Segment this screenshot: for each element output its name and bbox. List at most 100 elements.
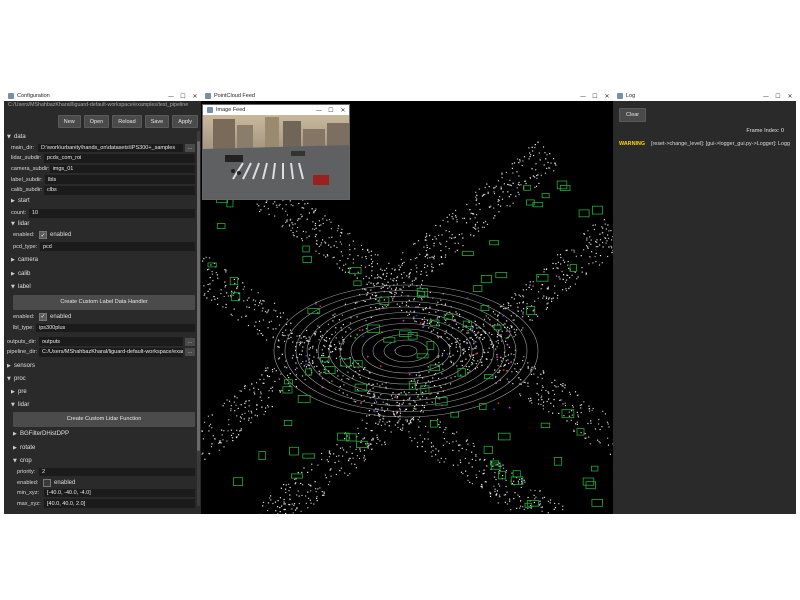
field-label: count: xyxy=(11,210,27,217)
calib-subdir-input[interactable]: clbs xyxy=(44,185,195,195)
scrollbar-thumb[interactable] xyxy=(197,141,200,451)
chevron-right-icon: ▶ xyxy=(11,270,15,277)
section-label: rotate xyxy=(20,444,36,451)
section-calib[interactable]: ▶ calib xyxy=(7,269,195,280)
save-button[interactable]: Save xyxy=(144,115,170,128)
browse-button[interactable]: ... xyxy=(185,337,195,346)
pipeline-path: C:/Users/MShahbazKharal/liguard-default-… xyxy=(8,102,189,108)
create-label-handler-button[interactable]: Create Custom Label Data Handler xyxy=(13,294,195,310)
minimize-icon[interactable]: — xyxy=(760,93,772,100)
section-label: calib xyxy=(18,270,31,277)
section-proc-lidar[interactable]: ▼ lidar xyxy=(7,399,195,410)
count-input[interactable]: 10 xyxy=(29,209,195,218)
min-xyz-input[interactable]: [-40.0, -40.0, -4.0] xyxy=(44,488,195,498)
section-lidar[interactable]: ▼ lidar xyxy=(7,219,195,230)
section-label: start xyxy=(18,197,30,204)
desktop: Configuration — ☐ ✕ C:/Users/MShahbazKha… xyxy=(0,0,800,600)
section-proc[interactable]: ▼ proc xyxy=(7,374,195,385)
section-data[interactable]: ▼ data xyxy=(7,132,195,143)
log-level: WARNING xyxy=(619,141,646,147)
clear-button[interactable]: Clear xyxy=(619,108,647,122)
section-label: BGFilterDHistDPP xyxy=(20,431,70,438)
configuration-titlebar[interactable]: Configuration — ☐ ✕ xyxy=(4,91,201,101)
pcd-type-input[interactable]: pcd xyxy=(40,242,195,251)
chevron-down-icon: ▼ xyxy=(7,134,11,141)
camera-image xyxy=(203,115,349,199)
chevron-right-icon: ▶ xyxy=(13,444,17,451)
field-label: enabled: xyxy=(17,479,39,486)
apply-button[interactable]: Apply xyxy=(172,115,198,128)
section-label: proc xyxy=(14,376,26,383)
lidar-enabled-checkbox[interactable]: ✓ xyxy=(39,231,47,240)
frame-index: Frame Index: 0 xyxy=(746,128,784,134)
maximize-icon[interactable]: ☐ xyxy=(177,93,189,100)
window-title: Configuration xyxy=(17,93,50,99)
crop-enabled-row: enabled: enabled xyxy=(7,477,195,488)
pointcloud-titlebar[interactable]: PointCloud Feed — ☐ ✕ xyxy=(201,91,613,101)
maximize-icon[interactable]: ☐ xyxy=(589,93,601,100)
create-lidar-function-button[interactable]: Create Custom Lidar Function xyxy=(13,411,195,427)
lidar-subdir-row: lidar_subdir: pcds_com_roi xyxy=(7,153,195,164)
camera-subdir-input[interactable]: imgs_01 xyxy=(49,164,195,174)
crop-enabled-checkbox[interactable] xyxy=(43,478,51,487)
pipeline-dir-input[interactable]: C:/Users/MShahbazKharal/liguard-default-… xyxy=(39,347,183,357)
label-subdir-input[interactable]: lbls xyxy=(45,175,195,184)
chevron-down-icon: ▼ xyxy=(11,401,15,408)
priority-input[interactable]: 2 xyxy=(39,467,195,477)
field-label: calib_subdir: xyxy=(11,187,43,194)
lidar-subdir-input[interactable]: pcds_com_roi xyxy=(44,154,195,163)
field-label: outputs_dir: xyxy=(7,338,37,345)
config-tree: ▼ data main_dir: D:\work\urbanity\hands_o… xyxy=(7,132,195,514)
close-icon[interactable]: ✕ xyxy=(337,107,349,114)
field-label: pcd_type: xyxy=(13,243,38,250)
minimize-icon[interactable]: — xyxy=(313,107,325,114)
close-icon[interactable]: ✕ xyxy=(601,93,613,100)
section-camera[interactable]: ▶ camera xyxy=(7,255,195,266)
label-enabled-row: enabled: ✓ enabled xyxy=(7,311,195,323)
close-icon[interactable]: ✕ xyxy=(189,93,201,100)
section-label[interactable]: ▼ label xyxy=(7,282,195,293)
field-label: priority: xyxy=(17,468,36,475)
lidar-enabled-row: enabled: ✓ enabled xyxy=(7,229,195,241)
section-label: label xyxy=(18,284,31,291)
outputs-dir-row: outputs_dir: outputs ... xyxy=(7,336,195,347)
chevron-right-icon: ▶ xyxy=(11,388,15,395)
main-dir-input[interactable]: D:\work\urbanity\hands_on\datasets\IPS30… xyxy=(38,143,183,153)
section-start[interactable]: ▶ start xyxy=(7,196,195,207)
section-rotate[interactable]: ▶ rotate xyxy=(7,442,195,453)
pipeline-dir-row: pipeline_dir: C:/Users/MShahbazKharal/li… xyxy=(7,347,195,358)
field-label: lidar_subdir: xyxy=(11,155,42,162)
minimize-icon[interactable]: — xyxy=(165,93,177,100)
count-row: count: 10 xyxy=(7,208,195,219)
browse-button[interactable]: ... xyxy=(185,348,195,357)
image-feed-window: Image Feed — ☐ ✕ xyxy=(202,104,350,200)
section-label: camera xyxy=(18,257,39,264)
field-label: enabled: xyxy=(13,313,35,320)
new-button[interactable]: New xyxy=(57,115,81,128)
maximize-icon[interactable]: ☐ xyxy=(325,107,337,114)
log-titlebar[interactable]: Log — ☐ ✕ xyxy=(613,91,796,101)
app-icon xyxy=(617,93,623,99)
lbl-type-input[interactable]: ips300plus xyxy=(36,323,195,333)
camera-subdir-row: camera_subdir: imgs_01 xyxy=(7,164,195,175)
config-scrollbar[interactable] xyxy=(197,131,200,506)
open-button[interactable]: Open xyxy=(83,115,110,128)
section-bgfilter[interactable]: ▶ BGFilterDHistDPP xyxy=(7,429,195,440)
configuration-window: Configuration — ☐ ✕ C:/Users/MShahbazKha… xyxy=(4,91,201,514)
section-pre[interactable]: ▶ pre xyxy=(7,387,195,398)
reload-button[interactable]: Reload xyxy=(112,115,142,128)
minimize-icon[interactable]: — xyxy=(577,93,589,100)
image-feed-titlebar[interactable]: Image Feed — ☐ ✕ xyxy=(203,105,349,115)
app-icon xyxy=(8,93,14,99)
section-crop[interactable]: ▼ crop xyxy=(7,456,195,467)
outputs-dir-input[interactable]: outputs xyxy=(39,337,183,346)
label-enabled-checkbox[interactable]: ✓ xyxy=(39,312,47,321)
max-xyz-input[interactable]: [40.0, 40.0, 2.0] xyxy=(44,499,195,509)
section-sensors[interactable]: ▶ sensors xyxy=(7,361,195,372)
maximize-icon[interactable]: ☐ xyxy=(772,93,784,100)
window-title: Image Feed xyxy=(216,107,246,113)
field-label: camera_subdir: xyxy=(11,166,50,173)
browse-button[interactable]: ... xyxy=(185,143,195,152)
close-icon[interactable]: ✕ xyxy=(784,93,796,100)
section-label: sensors xyxy=(14,362,36,369)
